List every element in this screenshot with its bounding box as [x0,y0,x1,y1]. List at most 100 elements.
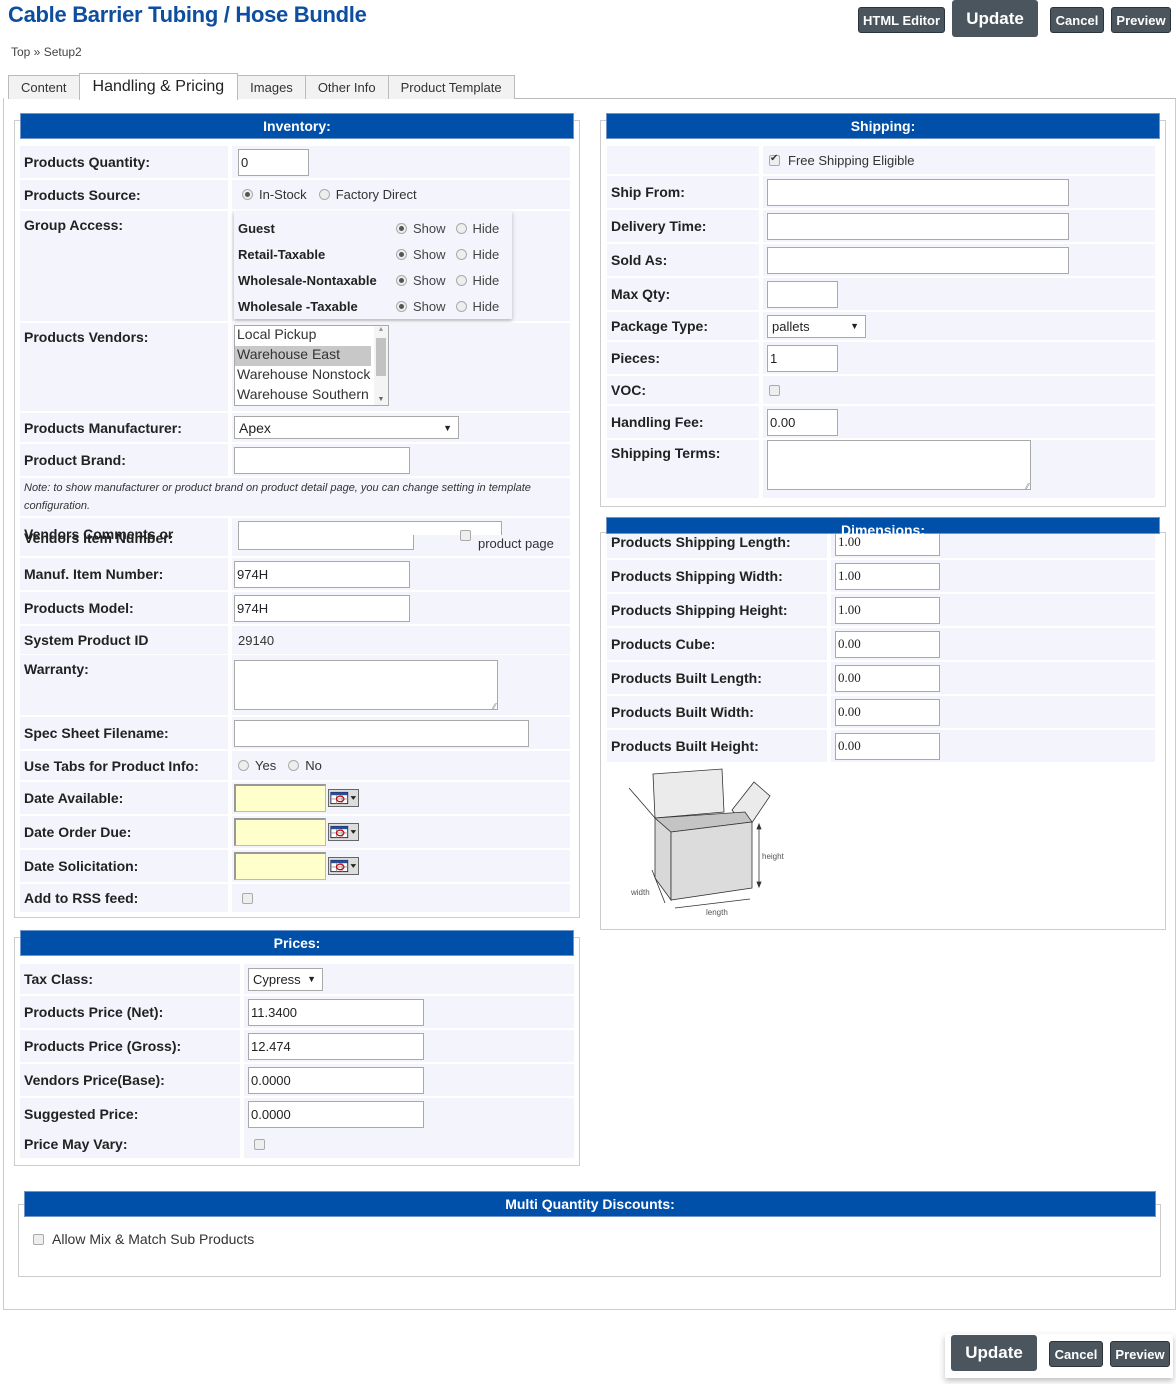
brand-row: Product Brand: [20,444,570,476]
dimension-label: Products Built Height: [607,730,827,762]
dimension-input[interactable]: 1.00 [835,596,940,624]
product-page-label: product page [478,536,554,551]
resize-handle-icon[interactable]: ⁄⁄ [493,702,496,711]
scroll-down-icon[interactable]: ▼ [374,396,388,403]
mix-match-checkbox[interactable] [33,1233,44,1245]
package-type-label: Package Type: [607,312,759,340]
pieces-input[interactable]: 1 [767,344,838,372]
date-solicitation-label: Date Solicitation: [20,850,228,882]
group-name: Wholesale-Nontaxable [238,272,377,288]
source-instock-radio[interactable] [242,189,253,200]
tab-content[interactable]: Content [8,75,80,99]
price-input[interactable]: 12.474 [248,1032,424,1060]
update-button[interactable]: Update [952,0,1038,37]
vendor-option-selected[interactable]: Warehouse East [235,346,371,366]
sold-as-input[interactable] [767,246,1069,274]
cancel-button[interactable]: Cancel [1050,7,1104,33]
use-tabs-label: Use Tabs for Product Info: [20,751,228,780]
group-name: Wholesale -Taxable [238,298,358,314]
tab-images[interactable]: Images [237,75,306,99]
hide-radio[interactable] [455,274,467,286]
vendors-scrollbar[interactable]: ▲ ▼ [374,326,388,405]
price-may-vary-row: Price May Vary: [20,1130,574,1158]
rss-checkbox[interactable] [242,892,253,904]
dimension-input[interactable]: 0.00 [835,698,940,726]
hide-radio[interactable] [455,300,467,312]
resize-handle-icon[interactable]: ⁄⁄ [1026,482,1029,491]
dimension-row: Products Shipping Height: 1.00 [607,594,1155,626]
tab-handling-pricing[interactable]: Handling & Pricing [78,73,239,100]
dimension-input[interactable]: 0.00 [835,664,940,692]
handling-fee-input[interactable]: 0.00 [767,408,838,436]
manuf-item-input[interactable]: 974H [234,560,410,588]
product-page-checkbox[interactable] [460,530,471,541]
diagram-length-label: length [706,908,728,917]
voc-checkbox[interactable] [769,384,780,396]
show-label: Show [413,272,446,288]
show-radio[interactable] [396,222,407,234]
model-input[interactable]: 974H [234,594,410,622]
price-input[interactable]: 0.0000 [248,1100,424,1128]
cancel-button-bottom[interactable]: Cancel [1049,1341,1103,1367]
tab-product-template[interactable]: Product Template [387,75,515,99]
price-input[interactable]: 11.3400 [248,998,424,1026]
calendar-button[interactable] [328,857,359,875]
manufacturer-select[interactable]: Apex ▼ [234,416,459,439]
warranty-row: Warranty: ⁄⁄ [20,655,570,715]
warranty-textarea[interactable]: ⁄⁄ [234,660,498,711]
shipping-terms-textarea[interactable]: ⁄⁄ [767,440,1031,491]
brand-input[interactable] [234,446,410,474]
spec-sheet-row: Spec Sheet Filename: [20,717,570,749]
brand-label: Product Brand: [20,444,228,476]
spec-sheet-input[interactable] [234,719,529,747]
date-available-input[interactable] [234,784,326,812]
preview-button[interactable]: Preview [1111,7,1171,33]
vendors-item-row: Vendors Comments or Vendors Item Number:… [20,518,570,556]
calendar-button[interactable] [328,823,359,841]
date-solicitation-input[interactable] [234,852,326,880]
price-input[interactable]: 0.0000 [248,1066,424,1094]
breadcrumb[interactable]: Top » Setup2 [11,45,82,59]
vendor-option[interactable]: Warehouse Nonstock [235,366,371,386]
tax-class-value: Cypress [253,971,301,987]
vendor-option[interactable]: Local Pickup [235,326,371,346]
quantity-row: Products Quantity: 0 [20,146,570,178]
scroll-up-icon[interactable]: ▲ [374,326,388,338]
quantity-input[interactable]: 0 [238,148,309,176]
dimension-input[interactable]: 0.00 [835,630,940,658]
dimension-input[interactable]: 0.00 [835,732,940,760]
show-label: Show [413,220,446,236]
free-shipping-checkbox[interactable] [769,153,780,166]
use-tabs-no-radio[interactable] [288,760,300,771]
scroll-thumb[interactable] [376,338,386,376]
hide-radio[interactable] [455,222,467,234]
group-row-retail-taxable: Retail-Taxable Show Hide [234,241,512,267]
vendor-option[interactable]: Warehouse Southern [235,386,371,406]
sold-as-row: Sold As: [607,244,1155,276]
max-qty-input[interactable] [767,280,838,308]
update-button-bottom[interactable]: Update [951,1335,1037,1371]
dimension-input[interactable]: 1.00 [835,562,940,590]
html-editor-button[interactable]: HTML Editor [858,7,945,33]
voc-label: VOC: [607,376,759,404]
preview-button-bottom[interactable]: Preview [1110,1341,1170,1367]
price-label: Suggested Price: [20,1098,240,1130]
dimensions-header: Dimensions: [606,517,1160,538]
tab-other-info[interactable]: Other Info [304,75,389,99]
date-order-due-input[interactable] [234,818,326,846]
calendar-icon [330,825,357,839]
vendors-listbox[interactable]: Local Pickup Warehouse East Warehouse No… [234,325,389,406]
delivery-time-input[interactable] [767,212,1069,240]
show-radio[interactable] [396,248,407,260]
package-type-select[interactable]: pallets ▼ [767,314,866,338]
hide-radio[interactable] [455,248,467,260]
calendar-button[interactable] [328,789,359,807]
ship-from-input[interactable] [767,178,1069,206]
tax-class-select[interactable]: Cypress ▼ [248,967,323,991]
show-radio[interactable] [396,274,407,286]
source-factory-radio[interactable] [318,189,330,200]
group-name: Retail-Taxable [238,246,326,262]
show-radio[interactable] [396,300,407,312]
price-may-vary-checkbox[interactable] [254,1138,265,1150]
use-tabs-yes-radio[interactable] [238,760,249,771]
